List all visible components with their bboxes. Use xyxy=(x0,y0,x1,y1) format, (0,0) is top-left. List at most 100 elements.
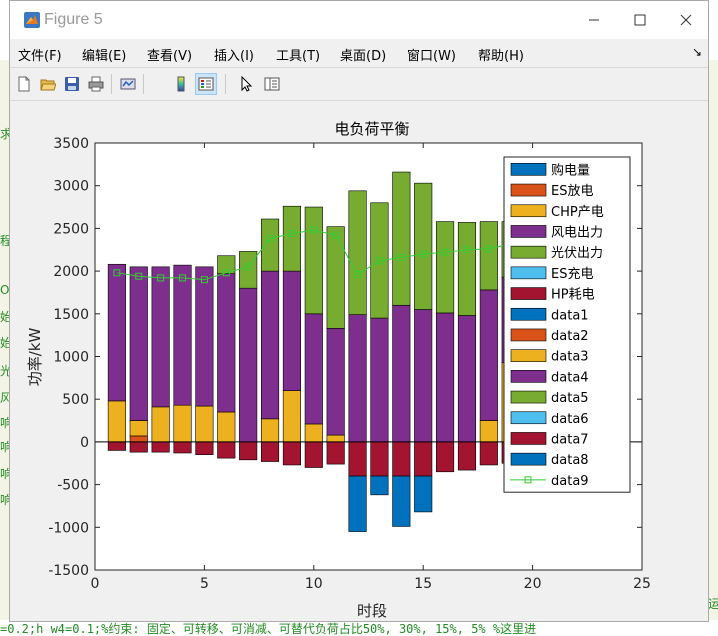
y-tick-label: 500 xyxy=(62,392,89,408)
x-tick-label: 0 xyxy=(91,576,100,592)
legend-swatch xyxy=(510,204,547,218)
menu-window[interactable]: 窗口(W) xyxy=(407,45,456,64)
menu-desktop[interactable]: 桌面(D) xyxy=(340,45,386,64)
bar-positive-4 xyxy=(304,206,323,315)
x-tick-label: 5 xyxy=(200,576,209,592)
y-tick-label: 1500 xyxy=(53,307,89,323)
figure-canvas: 0 5 10 15 20 25 -1500 -1000 -500 0 500 1000 1500 2000… xyxy=(10,101,708,621)
legend-swatch xyxy=(510,452,547,466)
legend-label: data7 xyxy=(551,432,589,447)
legend-label: data3 xyxy=(551,350,589,365)
y-tick-label: 0 xyxy=(80,435,89,451)
background-text: 运 xyxy=(708,597,718,611)
bar-negative-1 xyxy=(195,441,214,456)
window-title: Figure 5 xyxy=(44,11,103,28)
bar-negative-1 xyxy=(304,441,323,468)
bar-negative-1 xyxy=(151,441,170,453)
y-axis-label: 功率/kW xyxy=(26,328,44,387)
bar-negative-2 xyxy=(348,475,367,532)
legend-swatch xyxy=(510,307,547,321)
x-tick-label: 20 xyxy=(524,576,542,592)
y-tick-label: -500 xyxy=(57,478,89,494)
close-icon xyxy=(680,14,692,26)
bar-positive-3 xyxy=(173,264,192,406)
legend-label: ES充电 xyxy=(551,266,593,282)
minimize-button[interactable] xyxy=(571,1,617,39)
legend-swatch xyxy=(510,390,547,404)
bar-positive-3 xyxy=(436,312,455,443)
legend-label: data9 xyxy=(551,474,589,489)
property-inspector-icon[interactable] xyxy=(261,73,283,95)
legend-swatch xyxy=(510,266,547,280)
legend-swatch xyxy=(510,163,547,176)
y-tick-label: 3000 xyxy=(53,179,89,195)
toolbar-separator xyxy=(225,74,226,94)
matlab-logo-icon xyxy=(24,12,40,28)
bar-positive-2 xyxy=(195,405,214,443)
bar-positive-3 xyxy=(217,273,236,413)
background-code-line: =0.2;h w4=0.1;%约束: 固定、可转移、可消减、可替代负荷占比50%… xyxy=(0,620,718,636)
bar-positive-4 xyxy=(348,190,367,315)
bar-negative-1 xyxy=(479,441,498,466)
bar-positive-4 xyxy=(479,221,498,291)
menu-view[interactable]: 查看(V) xyxy=(147,45,192,64)
menu-bar: 文件(F) 编辑(E) 查看(V) 插入(I) 工具(T) 桌面(D) 窗口(W… xyxy=(10,39,708,67)
legend-label: data4 xyxy=(551,370,589,385)
menu-edit[interactable]: 编辑(E) xyxy=(82,45,126,64)
bar-negative-2 xyxy=(414,475,433,513)
title-bar: Figure 5 xyxy=(10,1,708,39)
bar-positive-2 xyxy=(151,406,170,443)
new-figure-icon[interactable] xyxy=(13,73,35,95)
x-tick-label: 25 xyxy=(633,576,651,592)
menu-help[interactable]: 帮助(H) xyxy=(478,45,524,64)
bar-positive-2 xyxy=(260,418,280,443)
y-tick-label: 1000 xyxy=(53,350,89,366)
bar-positive-3 xyxy=(304,313,323,425)
colorbar-icon[interactable] xyxy=(170,73,192,95)
background-code-text: =0.2;h w4=0.1;%约束: 固定、可转移、可消减、可替代负荷占比50%… xyxy=(0,622,537,636)
bar-positive-2 xyxy=(282,390,301,443)
legend-label: data5 xyxy=(551,391,589,406)
save-icon[interactable] xyxy=(61,73,83,95)
maximize-button[interactable] xyxy=(617,1,663,39)
legend[interactable]: 购电量 ES放电 CHP产电风电出力光伏出力 ES充电 HP耗电 data1 data2 da… xyxy=(503,156,631,493)
bar-positive-4 xyxy=(436,221,455,314)
bar-positive-2 xyxy=(217,411,236,443)
figure-window: Figure 5 文件(F) 编辑(E) 查看(V) 插入(I) 工具(T) 桌… xyxy=(9,0,709,622)
bar-negative-2 xyxy=(370,475,389,496)
menu-tools[interactable]: 工具(T) xyxy=(276,45,320,64)
bar-positive-3 xyxy=(457,315,477,443)
legend-swatch xyxy=(510,432,547,445)
bar-positive-3 xyxy=(260,270,280,420)
close-button[interactable] xyxy=(663,1,709,39)
legend-icon[interactable] xyxy=(195,73,217,95)
link-plot-icon[interactable] xyxy=(117,73,139,95)
bar-negative-1 xyxy=(457,441,477,471)
pointer-icon[interactable] xyxy=(235,73,257,95)
legend-label: ES放电 xyxy=(551,184,593,199)
bar-positive-3 xyxy=(129,266,148,421)
bar-positive-4 xyxy=(457,222,477,316)
bar-positive-4 xyxy=(260,218,280,272)
bar-negative-1 xyxy=(282,441,301,466)
bar-positive-2 xyxy=(479,420,498,443)
print-icon[interactable] xyxy=(85,73,107,95)
menu-file[interactable]: 文件(F) xyxy=(18,45,62,64)
legend-label: CHP产电 xyxy=(551,205,604,220)
minimize-icon xyxy=(589,19,599,21)
y-tick-label: -1000 xyxy=(48,520,89,536)
bar-negative-1 xyxy=(217,441,236,459)
open-file-icon[interactable] xyxy=(37,73,59,95)
bar-positive-3 xyxy=(151,266,170,408)
y-tick-label: 2000 xyxy=(53,264,89,280)
legend-swatch xyxy=(510,225,547,238)
bar-positive-3 xyxy=(348,314,367,443)
bar-negative-1 xyxy=(414,441,433,477)
legend-label: data6 xyxy=(551,412,589,427)
bar-positive-3 xyxy=(326,328,345,436)
x-tick-label: 15 xyxy=(414,576,432,592)
bar-negative-1 xyxy=(392,441,411,477)
menu-insert[interactable]: 插入(I) xyxy=(214,45,254,64)
dock-figure-icon[interactable]: ↘ xyxy=(692,45,702,59)
y-tick-label: 3500 xyxy=(53,136,89,152)
